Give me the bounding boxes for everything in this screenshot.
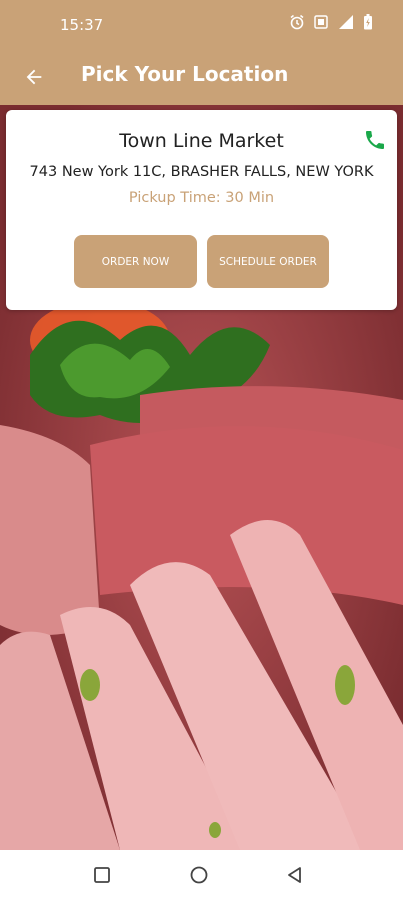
arrow-back-icon [26, 69, 42, 85]
phone-icon [366, 131, 384, 149]
order-now-button[interactable]: ORDER NOW [74, 235, 197, 288]
store-name: Town Line Market [119, 130, 284, 152]
home-icon [190, 866, 208, 884]
system-nav-bar [0, 850, 403, 900]
status-bar: 15:37 [0, 0, 403, 50]
status-icons [289, 14, 373, 30]
schedule-order-button[interactable]: SCHEDULE ORDER [207, 235, 329, 288]
alarm-icon [290, 14, 304, 30]
battery-icon [364, 14, 372, 30]
back-icon [288, 867, 301, 883]
store-address: 743 New York 11C, BRASHER FALLS, NEW YOR… [29, 164, 374, 180]
status-time: 15:37 [60, 16, 104, 34]
recent-apps-button[interactable] [91, 864, 113, 886]
home-button[interactable] [188, 864, 210, 886]
recent-apps-icon [94, 867, 110, 883]
app-bar: Pick Your Location [0, 50, 403, 105]
call-button[interactable] [363, 128, 387, 152]
pickup-time: Pickup Time: 30 Min [128, 190, 275, 206]
signal-icon [339, 15, 353, 29]
vibrate-icon [314, 15, 328, 29]
nav-back-button[interactable] [284, 864, 306, 886]
page-title: Pick Your Location [81, 62, 289, 86]
back-button[interactable] [18, 61, 50, 93]
store-card: Town Line Market 743 New York 11C, BRASH… [6, 110, 397, 310]
